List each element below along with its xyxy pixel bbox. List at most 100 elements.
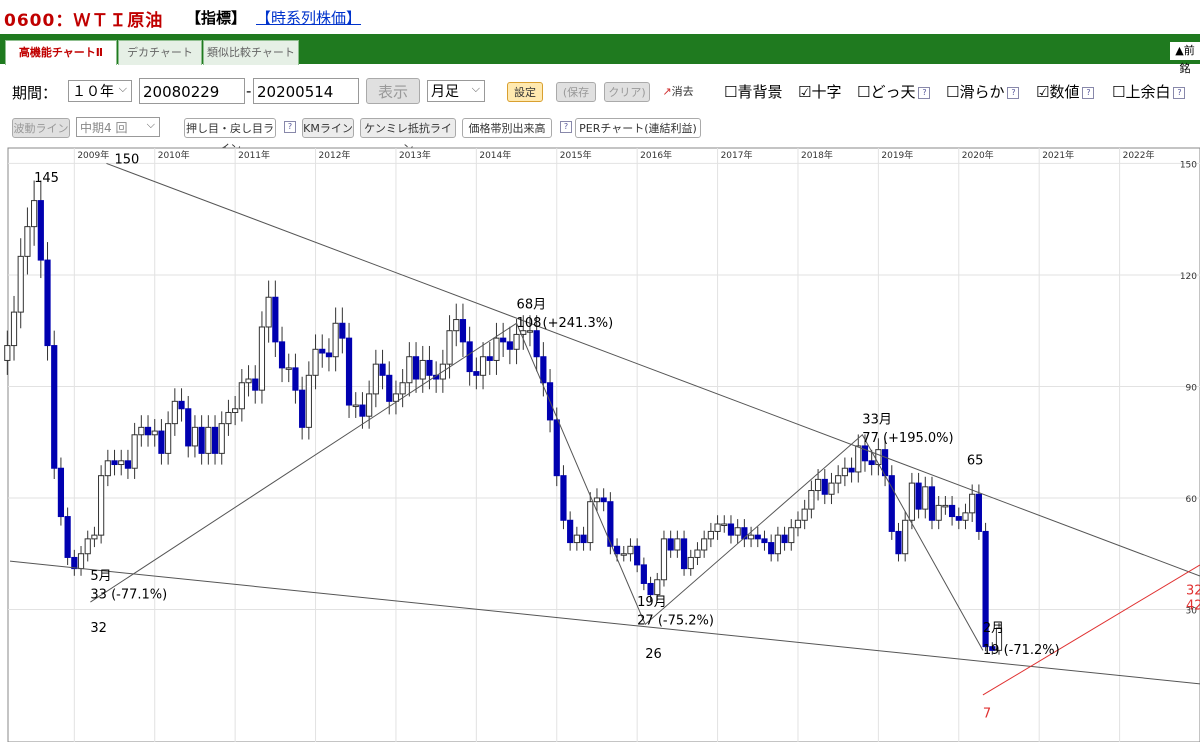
option-values[interactable]: ☑数値? <box>1036 81 1095 102</box>
candle-body <box>707 530 714 540</box>
candle-body <box>232 408 239 413</box>
candle-body <box>91 534 98 540</box>
x-tick-label: 2009年 <box>77 149 109 161</box>
erase-button[interactable]: ↗消去 <box>656 82 700 102</box>
start-date-input[interactable]: 20080229 <box>139 78 245 104</box>
wave-label: 27 (-75.2%) <box>637 613 714 628</box>
price-volume-button[interactable]: 価格帯別出来高 <box>462 118 552 138</box>
candle-body <box>908 482 915 521</box>
tab-advanced-chart[interactable]: 高機能チャートⅡ <box>5 40 117 65</box>
wave-period-select[interactable]: 中期4 回 <box>76 115 160 137</box>
candle-body <box>895 530 902 555</box>
date-separator: - <box>246 82 252 100</box>
candle-body <box>158 430 165 454</box>
period-select[interactable]: １０年 <box>68 78 132 102</box>
wave-line-button[interactable]: 波動ライン <box>12 118 70 138</box>
candle-body <box>814 478 822 492</box>
candle-body <box>352 404 359 408</box>
option-crosshair[interactable]: ☑十字 <box>798 81 841 102</box>
candle-body <box>975 493 982 532</box>
candle-body <box>855 445 862 473</box>
wave-label: 33 (-77.1%) <box>90 587 167 602</box>
candle-body <box>473 371 480 376</box>
candle-body <box>466 341 473 373</box>
indicator-label: 【指標】 <box>186 9 247 27</box>
candle-body <box>620 553 627 556</box>
option-smooth[interactable]: ☐滑らか? <box>946 81 1020 102</box>
kenmile-line-button[interactable]: ケンミレ抵抗ライン <box>360 118 456 155</box>
option-doten[interactable]: ☐どっ天? <box>857 81 931 102</box>
candle-body <box>493 337 500 361</box>
candle-body <box>265 296 272 328</box>
candle-body <box>446 330 453 365</box>
candle-body <box>412 356 420 380</box>
candle-body <box>580 534 587 544</box>
tab-big-chart[interactable]: デカチャート <box>118 40 202 65</box>
help-icon[interactable]: ? <box>284 121 296 133</box>
candle-body <box>627 545 634 555</box>
end-date-input[interactable]: 20200514 <box>253 78 359 104</box>
x-tick-label: 2020年 <box>962 149 994 161</box>
timeframe-select[interactable]: 月足 <box>427 78 485 102</box>
wave-label: 32 <box>90 621 107 636</box>
wave-label: 145 <box>34 171 59 186</box>
candle-body <box>151 430 158 436</box>
settings-button[interactable]: 設定 <box>507 82 543 102</box>
per-chart-button[interactable]: PERチャート(連結利益) <box>575 118 701 138</box>
timeseries-link[interactable]: 【時系列株価】 <box>256 7 361 28</box>
km-line-button[interactable]: KMライン <box>302 118 354 138</box>
x-tick-label: 2021年 <box>1042 149 1074 161</box>
candle-body <box>366 393 373 417</box>
candle-body <box>138 426 145 436</box>
candle-body <box>915 482 922 510</box>
candle-body <box>98 475 105 536</box>
candle-body <box>165 423 172 454</box>
candle-body <box>453 319 460 332</box>
candle-body <box>211 426 219 454</box>
candle-body <box>674 538 681 551</box>
candle-body <box>948 504 956 518</box>
candle-body <box>962 512 969 521</box>
candle-body <box>902 519 909 555</box>
candle-body <box>178 400 185 410</box>
prev-stock-button[interactable]: ▲前銘 <box>1170 42 1200 75</box>
show-button[interactable]: 表示 <box>366 78 420 104</box>
help-icon[interactable]: ? <box>1007 86 1020 99</box>
clear-button[interactable]: クリア) <box>604 82 650 102</box>
pullback-line-button[interactable]: 押し目・戻し目ライン <box>184 118 276 155</box>
candle-body <box>299 389 306 428</box>
help-icon[interactable]: ? <box>1082 86 1095 99</box>
option-blue-bg[interactable]: ☐青背景 <box>724 81 782 102</box>
candle-body <box>647 582 654 596</box>
candle-body <box>701 538 708 551</box>
x-tick-label: 2012年 <box>319 149 351 161</box>
y-tick-label: 120 <box>1180 272 1197 282</box>
x-tick-label: 2014年 <box>479 149 511 161</box>
wave-label: 2月 <box>983 621 1004 636</box>
wave-label: 5月 <box>90 569 111 584</box>
option-top-margin[interactable]: ☐上余白? <box>1112 81 1186 102</box>
candle-body <box>928 486 936 521</box>
candle-body <box>875 449 882 466</box>
candle-body <box>768 542 775 555</box>
help-icon[interactable]: ? <box>918 86 931 99</box>
help-icon[interactable]: ? <box>560 121 572 133</box>
candle-body <box>312 348 319 376</box>
candle-body <box>171 400 178 425</box>
help-icon[interactable]: ? <box>1173 86 1186 99</box>
candle-body <box>781 534 788 544</box>
candle-body <box>292 367 299 391</box>
y-tick-label: 90 <box>1186 383 1198 393</box>
candle-body <box>942 504 949 508</box>
wave-label: 19 (-71.2%) <box>983 643 1060 658</box>
candle-body <box>278 341 286 369</box>
candle-body <box>131 434 138 469</box>
candle-body <box>144 426 152 436</box>
candle-body <box>861 445 869 462</box>
save-button[interactable]: (保存 <box>556 82 596 102</box>
candle-body <box>821 478 828 495</box>
tab-similar-chart[interactable]: 類似比較チャート <box>203 40 299 65</box>
price-chart[interactable]: 2009年 2010年 2011年 2012年 2013年 2014年 2015年 2016年… <box>0 146 1200 742</box>
candle-body <box>587 501 594 544</box>
candle-body <box>794 519 802 529</box>
